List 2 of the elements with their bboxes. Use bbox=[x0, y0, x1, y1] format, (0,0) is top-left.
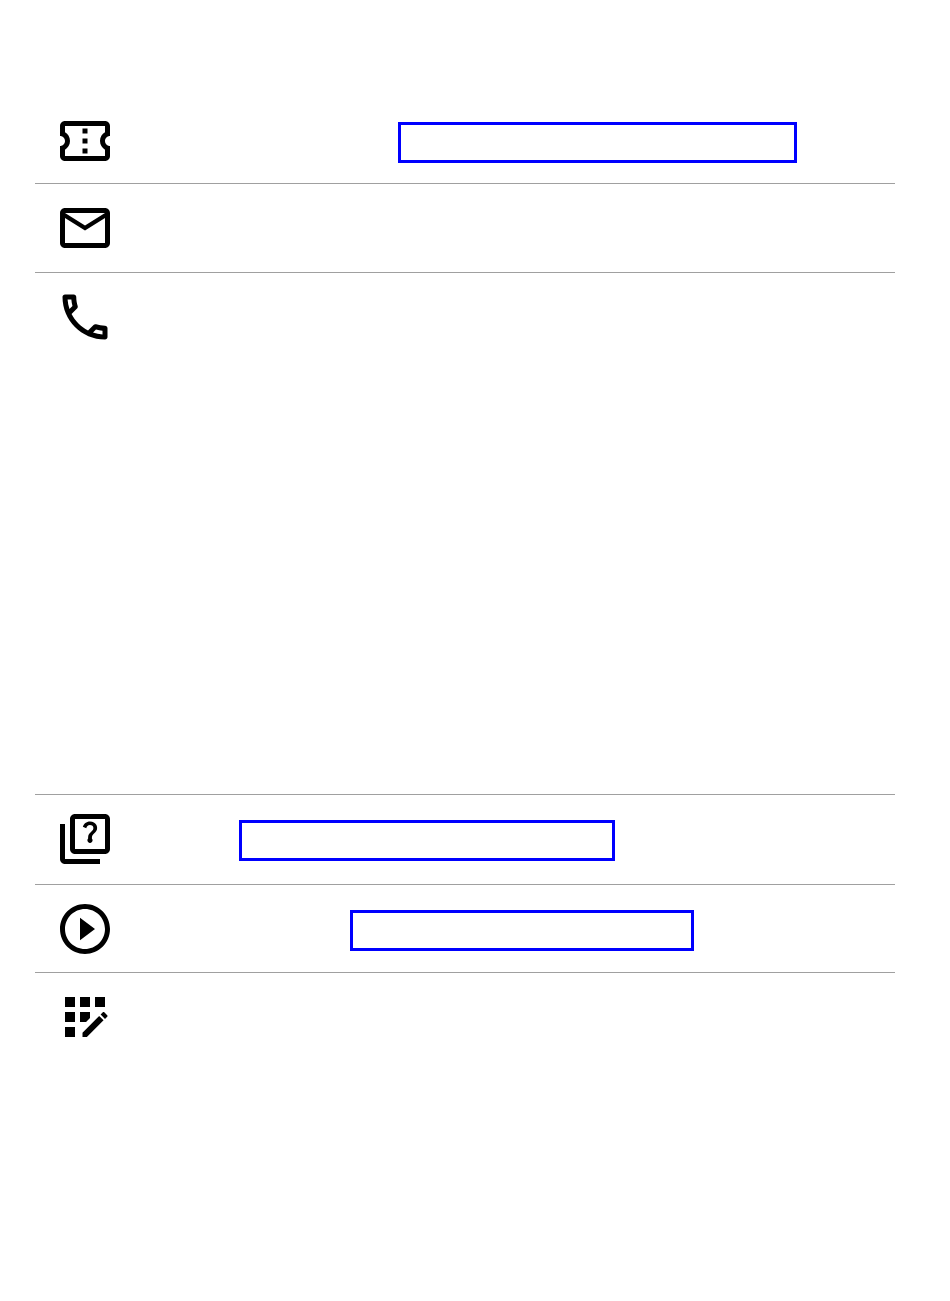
question-cards-icon bbox=[60, 814, 110, 864]
phone-icon bbox=[60, 292, 110, 342]
